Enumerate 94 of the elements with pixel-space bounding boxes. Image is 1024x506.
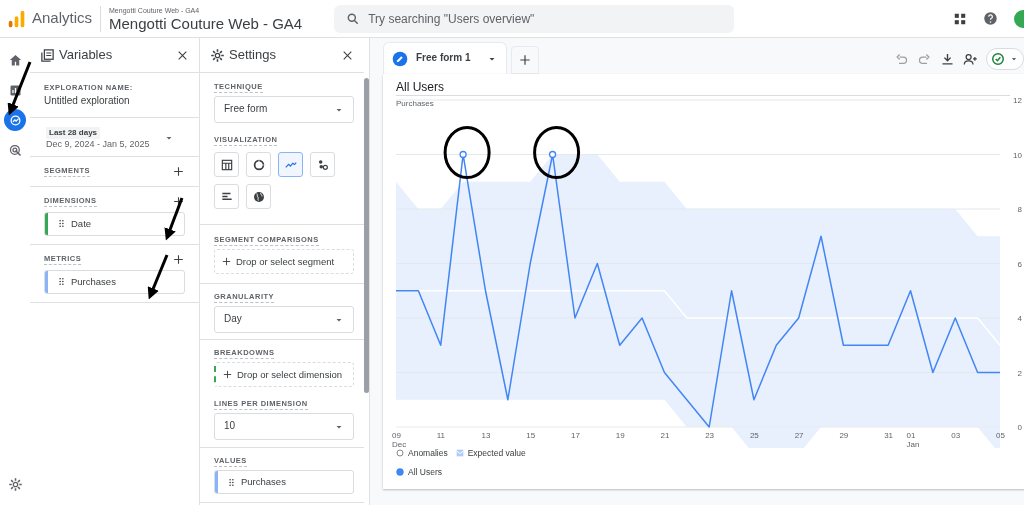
variable-chip[interactable]: Date — [44, 211, 185, 236]
axis-tick-label: 2 — [1017, 368, 1022, 378]
axis-tick-label: 23 — [705, 431, 715, 440]
chart-title: All Users — [396, 80, 1010, 96]
value-chip[interactable]: Purchases — [214, 470, 354, 494]
drag-handle-icon — [56, 276, 67, 288]
axis-title: Purchases — [396, 99, 434, 108]
axis-tick-label: 29 — [839, 431, 849, 440]
status-button[interactable] — [986, 48, 1024, 70]
pencil-icon — [392, 50, 408, 67]
axis-tick-label: 31 — [884, 431, 894, 440]
drop-zone[interactable]: Drop or select dimension — [214, 362, 354, 387]
settings-icon — [7, 476, 23, 492]
add-person-icon[interactable] — [963, 51, 978, 67]
avatar[interactable] — [1014, 9, 1024, 28]
axis-tick-label: 13 — [481, 431, 491, 440]
visualization-button[interactable] — [214, 184, 239, 209]
drop-zone-label: Drop or select dimension — [237, 368, 343, 381]
axis-tick-label: 4 — [1017, 314, 1022, 323]
scrollbar[interactable] — [364, 78, 369, 393]
tab[interactable]: Free form 1 — [383, 42, 507, 74]
anomaly-point — [548, 150, 557, 159]
trend-circle-icon — [7, 112, 23, 128]
arrow — [7, 61, 32, 116]
drag-handle-icon — [56, 218, 67, 230]
plus-icon — [172, 164, 185, 178]
donut-icon — [251, 157, 266, 172]
drop-zone-label: Drop or select segment — [236, 255, 335, 268]
axis-tick-label: 01 Jan — [906, 431, 920, 448]
table-icon — [219, 157, 234, 172]
add-button[interactable] — [172, 164, 185, 178]
anomaly-point — [459, 150, 467, 159]
pane-title: Variables — [59, 46, 113, 64]
check-circle-icon — [991, 52, 1005, 66]
app-name: Analytics — [32, 9, 93, 28]
highlight-circle — [443, 126, 491, 179]
help-icon[interactable] — [983, 11, 998, 26]
axis-tick-label: 09 Dec — [392, 431, 407, 448]
home-icon — [7, 52, 23, 68]
axis-tick-label: 12 — [1013, 96, 1022, 105]
arrow — [147, 254, 169, 300]
settings-icon — [210, 47, 225, 63]
plus-icon — [221, 256, 232, 267]
drop-zone[interactable]: Drop or select segment — [214, 249, 354, 274]
target-cursor-icon — [7, 142, 23, 158]
add-tab-button[interactable] — [511, 46, 539, 74]
shaded-square-icon — [455, 449, 464, 458]
drag-handle-icon — [226, 476, 237, 488]
apps-grid-icon[interactable] — [953, 11, 967, 26]
axis-tick-label: 05 — [996, 431, 1005, 440]
plus-icon — [172, 252, 185, 266]
property-name[interactable]: Mengotti Couture Web - GA4 — [109, 14, 303, 32]
search-icon — [346, 11, 361, 26]
axis-tick-label: 8 — [1017, 205, 1022, 214]
date-range[interactable]: Dec 9, 2024 - Jan 5, 2025 — [46, 138, 150, 150]
axis-tick-label: 6 — [1017, 259, 1022, 269]
chip-label: Purchases — [71, 275, 116, 288]
variables-icon — [40, 47, 55, 63]
plus-icon — [518, 53, 532, 67]
axis-tick-label: 0 — [1017, 423, 1022, 432]
axis-tick-label: 19 — [615, 431, 625, 440]
plus-icon — [222, 369, 233, 380]
download-icon[interactable] — [940, 51, 955, 67]
axis-tick-label: 11 — [436, 431, 446, 440]
date-range-badge: Last 28 days — [46, 126, 101, 139]
legend-label: Expected value — [467, 448, 526, 459]
dropdown[interactable]: 10 — [214, 413, 354, 440]
axis-tick-label: 27 — [794, 431, 804, 440]
axis-tick-label: 03 — [951, 431, 961, 440]
hollow-circle-icon — [396, 449, 404, 458]
dropdown[interactable]: Day — [214, 306, 354, 333]
visualization-button[interactable] — [214, 152, 239, 177]
exploration-name[interactable]: Untitled exploration — [44, 95, 185, 108]
axis-tick-label: 25 — [749, 431, 759, 440]
axis-tick-label: 15 — [526, 431, 536, 440]
globe-icon — [251, 189, 266, 204]
axis-tick-label: 21 — [660, 431, 670, 440]
dropdown[interactable]: Free form — [214, 96, 354, 123]
chip-label: Date — [71, 217, 92, 230]
visualization-button[interactable] — [246, 152, 271, 177]
highlight-circle — [533, 126, 581, 179]
legend-label: Anomalies — [408, 448, 448, 459]
nav-rail-button[interactable] — [4, 109, 26, 131]
legend-label: All Users — [408, 466, 442, 478]
visualization-button[interactable] — [310, 152, 335, 177]
visualization-button[interactable] — [246, 184, 271, 209]
arrow — [164, 197, 184, 241]
add-button[interactable] — [172, 252, 185, 266]
chip-label: Purchases — [241, 476, 286, 488]
axis-tick-label: 17 — [570, 431, 580, 440]
search-field[interactable]: Try searching "Users overview" — [334, 4, 735, 33]
axis-tick-label: 10 — [1013, 150, 1022, 160]
pane-title: Settings — [229, 46, 276, 64]
variable-chip[interactable]: Purchases — [44, 269, 185, 294]
